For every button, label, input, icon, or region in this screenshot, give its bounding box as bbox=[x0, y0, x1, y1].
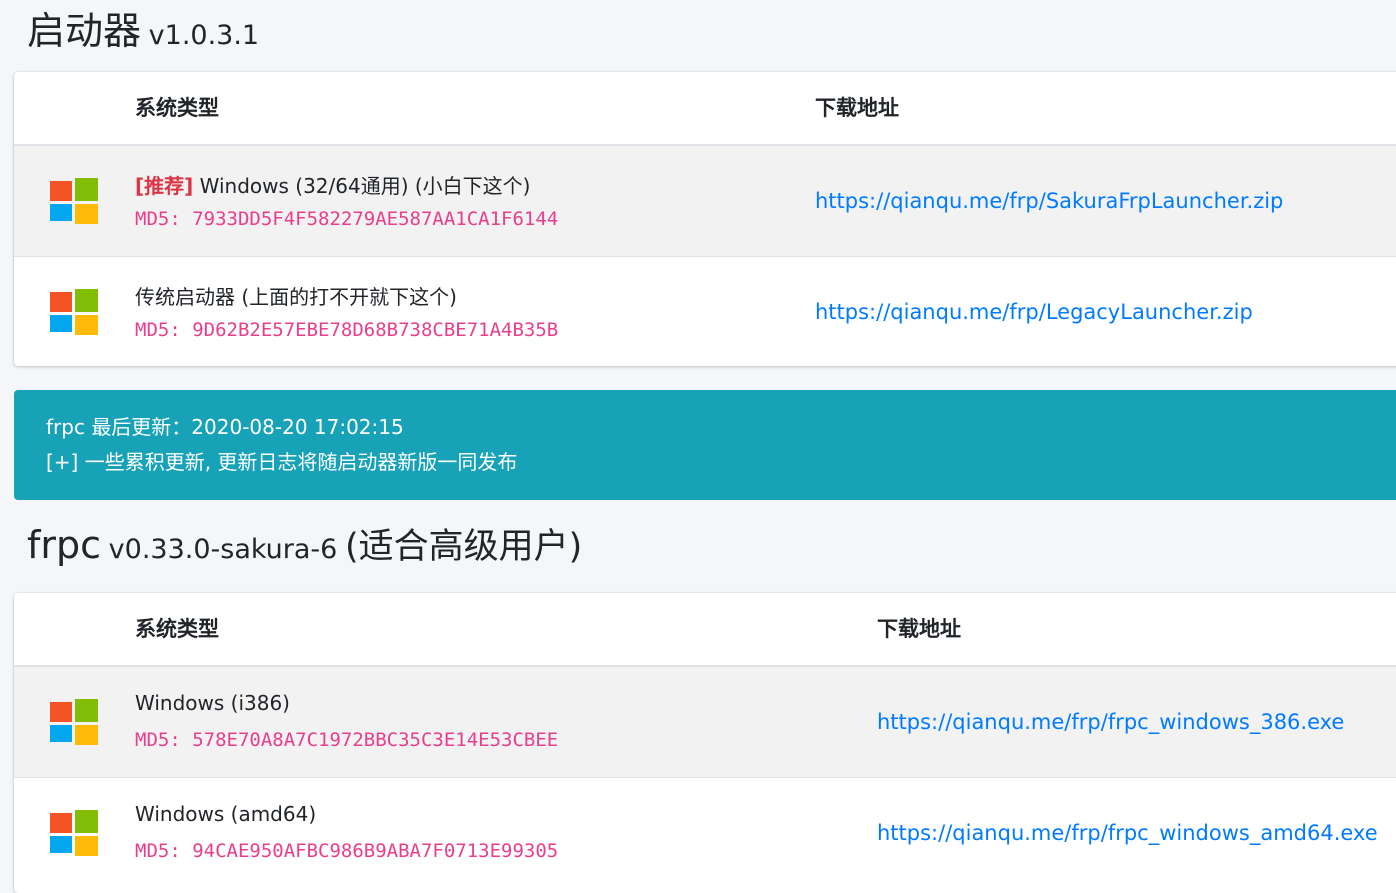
table-row: Windows (amd64) MD5: 94CAE950AFBC986B9AB… bbox=[14, 777, 1396, 888]
windows-logo-icon bbox=[50, 289, 98, 335]
frpc-section-title: frpc v0.33.0-sakura-6 (适合高级用户) bbox=[27, 518, 582, 569]
windows-logo-icon bbox=[50, 699, 98, 745]
update-notice: frpc 最后更新：2020-08-20 17:02:15 [+] 一些累积更新… bbox=[14, 390, 1396, 500]
download-link[interactable]: https://qianqu.me/frp/frpc_windows_amd64… bbox=[877, 778, 1378, 888]
frpc-title: frpc bbox=[27, 523, 102, 567]
frpc-version: v0.33.0-sakura-6 bbox=[108, 534, 338, 565]
system-name: Windows (amd64) bbox=[135, 802, 317, 826]
launcher-version: v1.0.3.1 bbox=[148, 20, 260, 51]
table-row: 传统启动器 (上面的打不开就下这个) MD5: 9D62B2E57EBE78D6… bbox=[14, 256, 1396, 366]
md5-hash: MD5: 94CAE950AFBC986B9ABA7F0713E99305 bbox=[135, 840, 559, 862]
md5-hash: MD5: 578E70A8A7C1972BBC35C3E14E53CBEE bbox=[135, 729, 559, 751]
md5-hash: MD5: 7933DD5F4F582279AE587AA1CA1F6144 bbox=[135, 208, 559, 230]
download-link[interactable]: https://qianqu.me/frp/frpc_windows_386.e… bbox=[877, 667, 1344, 777]
download-url-header: 下载地址 bbox=[877, 617, 961, 641]
launcher-download-table: 系统类型 下载地址 [推荐] Windows (32/64通用) (小白下这个)… bbox=[14, 72, 1396, 366]
table-row: Windows (i386) MD5: 578E70A8A7C1972BBC35… bbox=[14, 667, 1396, 777]
launcher-title: 启动器 bbox=[27, 9, 142, 53]
download-link[interactable]: https://qianqu.me/frp/LegacyLauncher.zip bbox=[815, 257, 1253, 366]
notice-changelog: [+] 一些累积更新, 更新日志将随启动器新版一同发布 bbox=[46, 450, 518, 474]
system-name-text: Windows (32/64通用) (小白下这个) bbox=[193, 174, 531, 198]
system-type-header: 系统类型 bbox=[135, 617, 219, 641]
frpc-subtitle: (适合高级用户) bbox=[345, 527, 583, 567]
md5-hash: MD5: 9D62B2E57EBE78D68B738CBE71A4B35B bbox=[135, 319, 559, 341]
system-name: [推荐] Windows (32/64通用) (小白下这个) bbox=[135, 170, 530, 199]
windows-logo-icon bbox=[50, 178, 98, 224]
table-header: 系统类型 下载地址 bbox=[14, 593, 1396, 667]
table-header: 系统类型 下载地址 bbox=[14, 72, 1396, 146]
download-url-header: 下载地址 bbox=[815, 96, 899, 120]
system-type-header: 系统类型 bbox=[135, 96, 219, 120]
recommended-tag: [推荐] bbox=[135, 174, 194, 198]
download-link[interactable]: https://qianqu.me/frp/SakuraFrpLauncher.… bbox=[815, 146, 1283, 256]
notice-last-updated: frpc 最后更新：2020-08-20 17:02:15 bbox=[46, 415, 404, 439]
windows-logo-icon bbox=[50, 810, 98, 856]
launcher-section-title: 启动器 v1.0.3.1 bbox=[27, 0, 259, 55]
frpc-download-table: 系统类型 下载地址 Windows (i386) MD5: 578E70A8A7… bbox=[14, 593, 1396, 893]
system-name: 传统启动器 (上面的打不开就下这个) bbox=[135, 285, 457, 309]
table-row: [推荐] Windows (32/64通用) (小白下这个) MD5: 7933… bbox=[14, 146, 1396, 256]
system-name: Windows (i386) bbox=[135, 691, 290, 715]
